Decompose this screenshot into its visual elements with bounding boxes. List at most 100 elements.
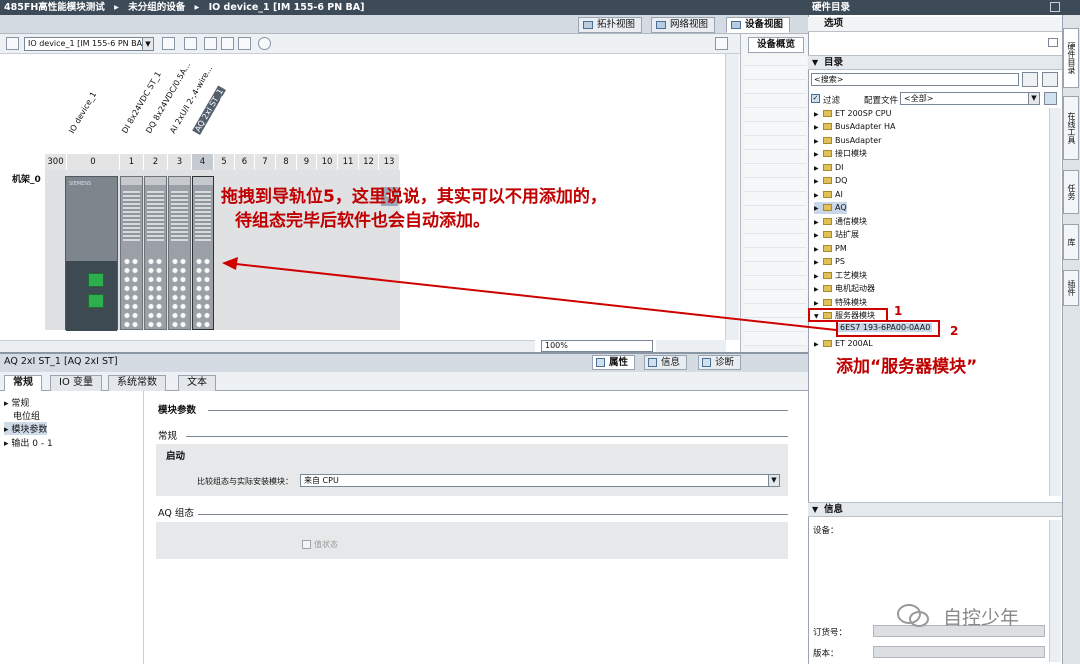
task-tab-online-tools[interactable]: 在线工具 <box>1063 96 1079 160</box>
catalog-item[interactable]: ▶ DI <box>814 162 844 174</box>
search-up-icon[interactable] <box>1042 72 1058 87</box>
task-tab-libraries[interactable]: 库 <box>1063 224 1079 260</box>
task-tab-tasks[interactable]: 任务 <box>1063 170 1079 214</box>
catalog-item[interactable]: ▶ 站扩展 <box>814 229 859 241</box>
nav-item-outputs[interactable]: ▸ 输出 0 - 1 <box>4 436 53 449</box>
tab-system-constants[interactable]: 系统常数 <box>108 375 166 391</box>
chevron-down-icon[interactable]: ▼ <box>1028 93 1039 104</box>
module-di[interactable] <box>120 176 143 330</box>
catalog-item[interactable]: ▶ BusAdapter <box>814 135 881 147</box>
catalog-item-label: PS <box>835 257 845 266</box>
tab-label: 属性 <box>609 357 629 368</box>
catalog-scrollbar[interactable] <box>1049 108 1061 496</box>
info-header[interactable]: ▼ 信息 <box>808 502 1062 517</box>
module-dq[interactable] <box>144 176 167 330</box>
catalog-item[interactable]: ▶ ET 200AL <box>814 338 873 350</box>
catalog-item[interactable]: ▶ ET 200SP CPU <box>814 108 891 120</box>
tab-diagnostics[interactable]: 诊断 <box>698 355 742 370</box>
maximize-icon[interactable] <box>1050 2 1060 12</box>
profile-select[interactable]: <全部> ▼ <box>900 92 1040 105</box>
catalog-item[interactable]: ▶ 电机起动器 <box>814 283 875 295</box>
options-toggle-icon[interactable] <box>1048 38 1058 47</box>
folder-icon <box>823 164 832 171</box>
table-icon[interactable] <box>238 37 251 50</box>
nav-item-potential-group[interactable]: 电位组 <box>13 409 40 422</box>
chevron-down-icon[interactable]: ▼ <box>768 475 779 486</box>
catalog-item-label: 电机起动器 <box>835 284 875 293</box>
folder-icon <box>823 285 832 292</box>
ethernet-port-icon <box>88 273 104 287</box>
catalog-item[interactable]: ▶ AI <box>814 189 843 201</box>
tab-device-view[interactable]: 设备视图 <box>726 17 791 33</box>
task-tab-hardware-catalog[interactable]: 硬件目录 <box>1063 28 1079 88</box>
profile-edit-icon[interactable] <box>1044 92 1057 105</box>
tab-topology-view[interactable]: 拓扑视图 <box>578 17 643 33</box>
wechat-icon <box>897 604 929 627</box>
module-aq[interactable] <box>192 176 214 330</box>
nav-label: 模块参数 <box>11 425 48 435</box>
grid-icon[interactable] <box>221 37 234 50</box>
overview-toggle-icon[interactable] <box>715 37 728 50</box>
catalog-item[interactable]: ▶ PS <box>814 256 845 268</box>
watermark-text: 自控少年 <box>943 607 1020 629</box>
module-label-im[interactable]: IO device_1 <box>67 90 98 135</box>
options-header[interactable]: 选项 <box>808 17 1062 32</box>
tab-properties[interactable]: 属性 <box>592 355 636 370</box>
catalog-item[interactable]: ▶ AQ <box>814 202 847 214</box>
task-tab-addins[interactable]: 插件 <box>1063 270 1079 306</box>
catalog-item[interactable]: ▶ 工艺模块 <box>814 270 867 282</box>
chevron-down-icon[interactable]: ▼ <box>142 38 153 50</box>
folder-icon <box>823 231 832 238</box>
slot-number: 8 <box>276 154 297 170</box>
zoom-select[interactable]: 100% <box>541 340 653 352</box>
catalog-item[interactable]: ▶ BusAdapter HA <box>814 121 896 133</box>
tab-texts[interactable]: 文本 <box>178 375 216 391</box>
device-overview-table[interactable] <box>744 56 806 346</box>
canvas-vertical-scrollbar[interactable] <box>725 54 739 340</box>
version-field[interactable] <box>873 646 1045 658</box>
search-down-icon[interactable] <box>1022 72 1038 87</box>
zoom-icon[interactable] <box>258 37 271 50</box>
zoom-area-icon[interactable] <box>204 37 217 50</box>
slot-number: 12 <box>359 154 379 170</box>
catalog-item[interactable]: ▶ 接口模块 <box>814 148 867 160</box>
canvas-horizontal-scrollbar[interactable] <box>0 340 535 352</box>
tab-info[interactable]: 信息 <box>644 355 688 370</box>
catalog-item[interactable]: ▶ DQ <box>814 175 847 187</box>
slot-number: 9 <box>297 154 317 170</box>
startup-heading: 启动 <box>166 451 186 462</box>
interface-module[interactable]: SIEMENS <box>65 176 118 331</box>
catalog-item[interactable]: ▶ PM <box>814 243 847 255</box>
startup-group <box>156 444 788 496</box>
compare-config-value: 来自 CPU <box>304 476 339 485</box>
slot-number: 1 <box>120 154 144 170</box>
device-select[interactable]: IO device_1 [IM 155-6 PN BA] ▼ <box>24 37 154 51</box>
tab-general[interactable]: 常规 <box>4 375 42 391</box>
breadcrumb-group[interactable]: 未分组的设备 <box>128 2 185 13</box>
catalog-search-input[interactable]: <搜索> <box>811 73 1019 86</box>
device-label: 设备： <box>813 526 839 536</box>
device-tree-icon[interactable] <box>6 37 19 50</box>
tab-device-overview[interactable]: 设备概览 <box>748 37 804 53</box>
properties-icon[interactable] <box>162 37 175 50</box>
module-ai[interactable] <box>168 176 191 330</box>
show-labels-icon[interactable] <box>184 37 197 50</box>
compare-config-select[interactable]: 来自 CPU ▼ <box>300 474 780 487</box>
project-name[interactable]: 485FH高性能模块测试 <box>4 2 105 13</box>
module-label-dq[interactable]: DQ 8x24VDC/0.5A... <box>144 61 192 135</box>
zoom-slider[interactable] <box>656 340 726 352</box>
profile-label: 配置文件 <box>864 96 899 106</box>
nav-item-general[interactable]: ▸ 常规 <box>4 396 29 409</box>
breadcrumb-device[interactable]: IO device_1 [IM 155-6 PN BA] <box>209 2 365 13</box>
tab-io-tags[interactable]: IO 变量 <box>50 375 102 391</box>
catalog-item-label: ET 200SP CPU <box>835 109 892 118</box>
diagnostics-icon <box>702 358 711 367</box>
catalog-item[interactable]: ▶ 通信模块 <box>814 216 867 228</box>
catalog-item-label: ET 200AL <box>835 339 873 348</box>
value-status-checkbox[interactable] <box>302 540 311 549</box>
tab-network-view[interactable]: 网络视图 <box>651 17 716 33</box>
filter-checkbox[interactable]: ✓ <box>811 94 820 103</box>
catalog-header[interactable]: ▼ 目录 <box>808 55 1062 70</box>
info-scrollbar[interactable] <box>1049 520 1061 662</box>
nav-item-module-params[interactable]: ▸ 模块参数 <box>4 422 48 435</box>
